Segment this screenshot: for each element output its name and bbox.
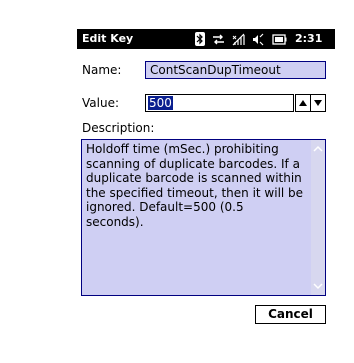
triangle-up-icon — [299, 100, 307, 106]
bluetooth-icon[interactable] — [195, 32, 205, 46]
signal-icon[interactable] — [232, 33, 245, 46]
chevron-down-icon[interactable] — [313, 281, 323, 291]
value-text: 500 — [148, 96, 173, 110]
clock: 2:31 — [295, 32, 323, 45]
network-sync-icon[interactable] — [212, 33, 225, 46]
title-bar: Edit Key 2:31 — [77, 29, 335, 49]
speaker-icon[interactable] — [252, 33, 265, 46]
description-label: Description: — [82, 121, 155, 135]
window-title: Edit Key — [82, 32, 134, 45]
description-text: Holdoff time (mSec.) prohibiting scannin… — [86, 142, 304, 229]
name-field[interactable]: ContScanDupTimeout — [145, 61, 326, 79]
value-label: Value: — [82, 96, 119, 110]
description-scrollbar[interactable] — [311, 140, 325, 295]
cancel-button[interactable]: Cancel — [255, 305, 326, 324]
battery-icon[interactable] — [272, 33, 287, 46]
triangle-down-icon — [314, 100, 322, 106]
value-input[interactable]: 500 — [145, 94, 294, 112]
value-decrement-button[interactable] — [310, 94, 326, 112]
value-increment-button[interactable] — [295, 94, 311, 112]
status-icons: 2:31 — [195, 31, 322, 47]
device-screen: Edit Key 2:31 Name: ContScanDupTimeout V… — [77, 29, 335, 363]
chevron-up-icon[interactable] — [313, 144, 323, 154]
name-label: Name: — [82, 63, 122, 77]
description-box[interactable]: Holdoff time (mSec.) prohibiting scannin… — [81, 139, 326, 296]
